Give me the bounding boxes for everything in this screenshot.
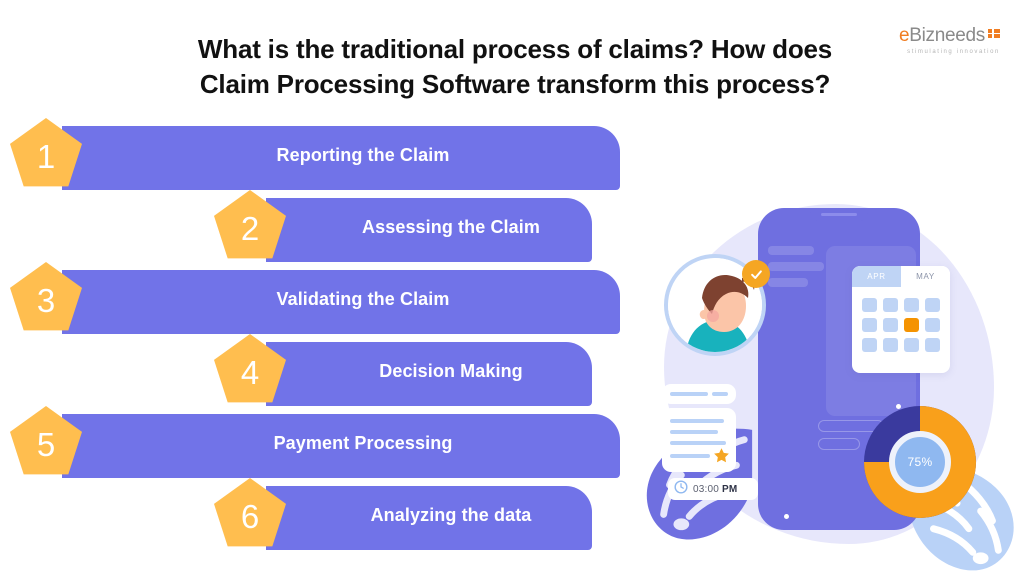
- logo-tagline: stimulating innovation: [907, 49, 1000, 55]
- calendar-day-cell[interactable]: [925, 338, 940, 352]
- logo-wordmark: eBizneeds: [899, 26, 985, 45]
- step-label: Decision Making: [379, 360, 523, 381]
- phone-placeholder-line: [768, 278, 808, 287]
- illustration: 03:00 PM APR MAY 75%: [640, 186, 1016, 571]
- step-label: Payment Processing: [273, 432, 453, 453]
- message-card-large: [662, 408, 736, 472]
- step-number: 5: [36, 425, 56, 463]
- step-item-4[interactable]: Decision Making 4: [0, 334, 620, 412]
- step-number: 4: [240, 353, 260, 391]
- logo-wordmark-e: e: [898, 25, 910, 46]
- calendar-day-cell[interactable]: [862, 318, 877, 332]
- logo-squares-icon: [988, 29, 1000, 42]
- time-chip-text: 03:00 PM: [693, 484, 737, 495]
- page-title-line-1: What is the traditional process of claim…: [197, 34, 833, 64]
- card-line: [670, 430, 718, 434]
- donut-percent-label: 75%: [907, 455, 933, 469]
- step-label: Analyzing the data: [370, 504, 532, 525]
- steps-list: Reporting the Claim 1 Assessing the Clai…: [0, 118, 620, 576]
- step-number: 3: [36, 281, 56, 319]
- step-banner[interactable]: Reporting the Claim: [62, 126, 620, 190]
- calendar-day-cell[interactable]: [862, 338, 877, 352]
- phone-placeholder-line: [768, 246, 814, 255]
- step-number: 2: [240, 209, 260, 247]
- phone-placeholder-pill: [818, 438, 860, 450]
- calendar-day-cell[interactable]: [904, 338, 919, 352]
- calendar-day-cell[interactable]: [883, 338, 898, 352]
- decorative-dot: [784, 514, 789, 519]
- calendar-day-cell[interactable]: [904, 298, 919, 312]
- calendar-tab-apr[interactable]: APR: [852, 266, 901, 287]
- calendar-grid: [852, 287, 950, 363]
- page-title: What is the traditional process of claim…: [150, 32, 880, 101]
- phone-speaker: [821, 213, 857, 216]
- step-label: Assessing the Claim: [362, 216, 540, 237]
- step-banner[interactable]: Payment Processing: [62, 414, 620, 478]
- calendar-day-cell[interactable]: [883, 318, 898, 332]
- step-banner[interactable]: Analyzing the data: [266, 486, 592, 550]
- card-line: [670, 392, 708, 396]
- step-item-1[interactable]: Reporting the Claim 1: [0, 118, 620, 196]
- clock-icon: [674, 479, 688, 499]
- step-banner[interactable]: Decision Making: [266, 342, 592, 406]
- phone-placeholder-line: [768, 262, 824, 271]
- time-value: 03:00: [693, 483, 720, 495]
- step-banner[interactable]: Validating the Claim: [62, 270, 620, 334]
- calendar-tabs: APR MAY: [852, 266, 950, 287]
- message-card-small: [662, 384, 736, 404]
- step-number: 6: [240, 497, 260, 535]
- page-title-line-2: Claim Processing Software transform this…: [199, 68, 831, 99]
- time-chip: 03:00 PM: [668, 478, 758, 500]
- card-line: [670, 441, 726, 445]
- brand-logo: eBizneeds stimulating innovation: [882, 26, 1000, 55]
- step-item-5[interactable]: Payment Processing 5: [0, 406, 620, 484]
- step-label: Reporting the Claim: [276, 144, 450, 165]
- step-item-2[interactable]: Assessing the Claim 2: [0, 190, 620, 268]
- step-banner[interactable]: Assessing the Claim: [266, 198, 592, 262]
- step-label: Validating the Claim: [276, 288, 450, 309]
- logo-wordmark-rest: Bizneeds: [909, 25, 985, 46]
- card-line: [670, 454, 710, 458]
- calendar-tab-may[interactable]: MAY: [901, 266, 950, 287]
- card-line: [712, 392, 728, 396]
- verified-check-icon: [742, 260, 770, 288]
- infographic-canvas: What is the traditional process of claim…: [0, 0, 1024, 576]
- star-icon: [713, 447, 730, 464]
- calendar-day-cell-selected[interactable]: [904, 318, 919, 332]
- calendar-widget: APR MAY: [852, 266, 950, 373]
- card-line: [670, 419, 724, 423]
- time-meridiem: PM: [722, 483, 738, 495]
- step-number: 1: [36, 137, 56, 175]
- donut-chart: 75%: [858, 400, 982, 524]
- calendar-day-cell[interactable]: [925, 318, 940, 332]
- step-item-6[interactable]: Analyzing the data 6: [0, 478, 620, 556]
- calendar-day-cell[interactable]: [925, 298, 940, 312]
- calendar-day-cell[interactable]: [883, 298, 898, 312]
- logo-wordmark-row: eBizneeds: [882, 26, 1000, 46]
- calendar-day-cell[interactable]: [862, 298, 877, 312]
- step-item-3[interactable]: Validating the Claim 3: [0, 262, 620, 340]
- donut-center: 75%: [889, 431, 951, 493]
